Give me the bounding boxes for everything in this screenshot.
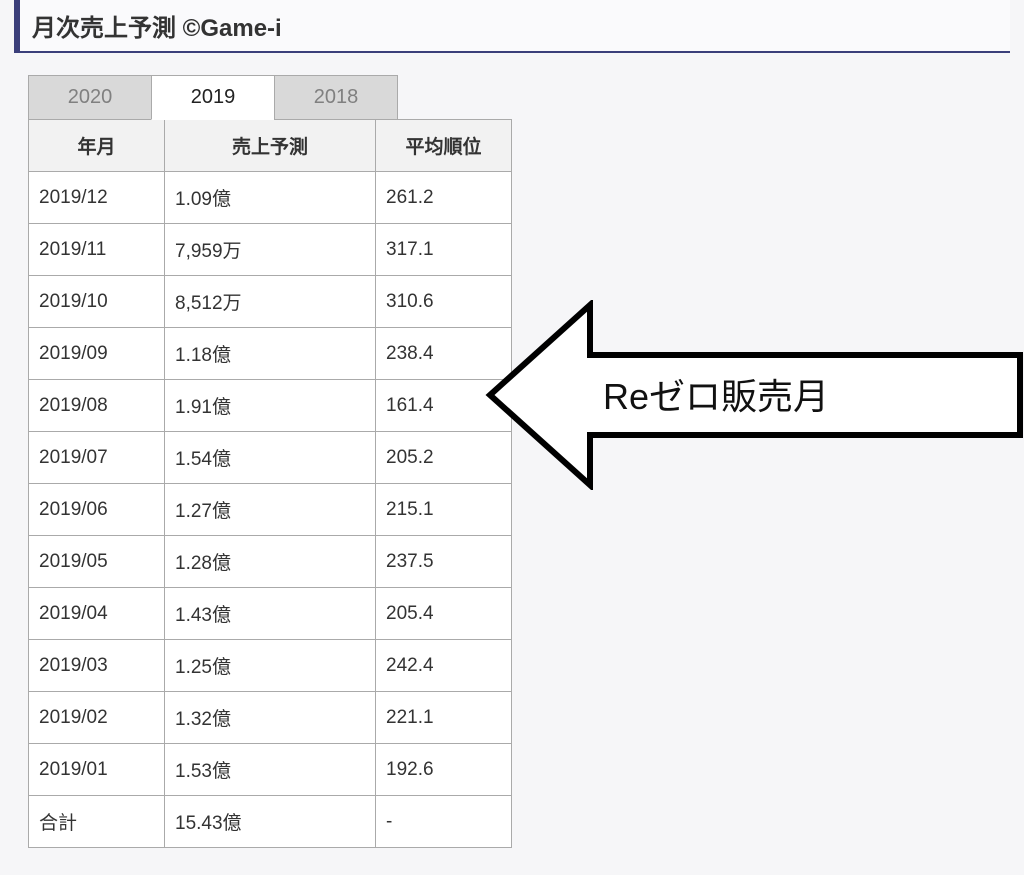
cell-sales: 15.43億 xyxy=(165,796,376,848)
cell-rank: - xyxy=(376,796,512,848)
cell-year-month: 2019/02 xyxy=(29,692,165,744)
cell-sales: 1.25億 xyxy=(165,640,376,692)
cell-sales: 1.43億 xyxy=(165,588,376,640)
cell-sales: 8,512万 xyxy=(165,276,376,328)
tab-2018[interactable]: 2018 xyxy=(274,75,398,120)
table-header-row: 年月 売上予測 平均順位 xyxy=(29,120,512,172)
cell-rank: 261.2 xyxy=(376,172,512,224)
cell-rank: 215.1 xyxy=(376,484,512,536)
cell-year-month: 2019/01 xyxy=(29,744,165,796)
cell-year-month: 2019/05 xyxy=(29,536,165,588)
header-rank: 平均順位 xyxy=(376,120,512,172)
cell-sales: 7,959万 xyxy=(165,224,376,276)
cell-year-month: 2019/03 xyxy=(29,640,165,692)
cell-rank: 242.4 xyxy=(376,640,512,692)
cell-sales: 1.32億 xyxy=(165,692,376,744)
cell-year-month: 2019/10 xyxy=(29,276,165,328)
table-row: 2019/117,959万317.1 xyxy=(29,224,512,276)
cell-rank: 237.5 xyxy=(376,536,512,588)
cell-rank: 317.1 xyxy=(376,224,512,276)
cell-sales: 1.27億 xyxy=(165,484,376,536)
cell-year-month: 2019/06 xyxy=(29,484,165,536)
cell-rank: 238.4 xyxy=(376,328,512,380)
table-row: 2019/121.09億261.2 xyxy=(29,172,512,224)
cell-sales: 1.91億 xyxy=(165,380,376,432)
table-row: 2019/041.43億205.4 xyxy=(29,588,512,640)
cell-year-month: 2019/09 xyxy=(29,328,165,380)
table-row: 2019/061.27億215.1 xyxy=(29,484,512,536)
table-row: 2019/021.32億221.1 xyxy=(29,692,512,744)
cell-year-month: 2019/04 xyxy=(29,588,165,640)
panel-title: 月次売上予測 ©Game-i xyxy=(14,0,1010,53)
tab-2020[interactable]: 2020 xyxy=(28,75,152,120)
cell-sales: 1.53億 xyxy=(165,744,376,796)
header-year-month: 年月 xyxy=(29,120,165,172)
cell-sales: 1.54億 xyxy=(165,432,376,484)
table-row: 2019/091.18億238.4 xyxy=(29,328,512,380)
table-row: 2019/108,512万310.6 xyxy=(29,276,512,328)
cell-rank: 310.6 xyxy=(376,276,512,328)
cell-year-month: 2019/11 xyxy=(29,224,165,276)
cell-rank: 221.1 xyxy=(376,692,512,744)
year-tabs: 202020192018 xyxy=(28,75,1024,120)
tab-2019[interactable]: 2019 xyxy=(151,75,275,120)
table-row: 2019/031.25億242.4 xyxy=(29,640,512,692)
cell-rank: 205.2 xyxy=(376,432,512,484)
cell-sales: 1.18億 xyxy=(165,328,376,380)
cell-year-month: 2019/08 xyxy=(29,380,165,432)
sales-table: 年月 売上予測 平均順位 2019/121.09億261.22019/117,9… xyxy=(28,119,512,848)
cell-year-month: 合計 xyxy=(29,796,165,848)
table-row: 2019/051.28億237.5 xyxy=(29,536,512,588)
cell-rank: 205.4 xyxy=(376,588,512,640)
cell-year-month: 2019/12 xyxy=(29,172,165,224)
table-row: 2019/011.53億192.6 xyxy=(29,744,512,796)
table-row: 2019/081.91億161.4 xyxy=(29,380,512,432)
header-sales: 売上予測 xyxy=(165,120,376,172)
cell-rank: 192.6 xyxy=(376,744,512,796)
table-total-row: 合計15.43億- xyxy=(29,796,512,848)
table-row: 2019/071.54億205.2 xyxy=(29,432,512,484)
cell-rank: 161.4 xyxy=(376,380,512,432)
cell-year-month: 2019/07 xyxy=(29,432,165,484)
cell-sales: 1.28億 xyxy=(165,536,376,588)
cell-sales: 1.09億 xyxy=(165,172,376,224)
